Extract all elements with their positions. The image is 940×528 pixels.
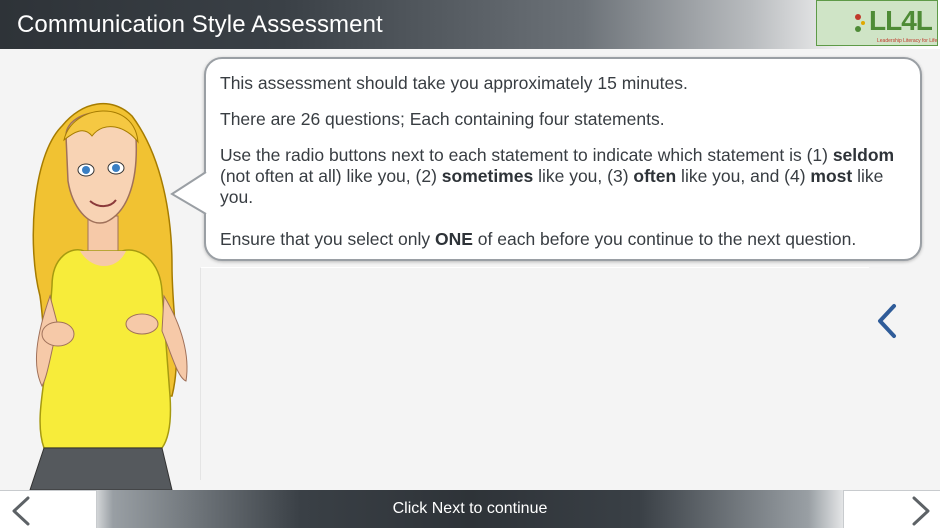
- footer-instruction: Click Next to continue: [392, 500, 548, 517]
- emphasis-one: ONE: [434, 229, 473, 249]
- instructions-bubble: This assessment should take you approxim…: [204, 57, 922, 261]
- scale-most: most: [810, 166, 853, 186]
- scale-seldom: seldom: [832, 145, 895, 165]
- chevron-right-icon: [912, 496, 930, 526]
- presenter-character: [29, 102, 188, 490]
- next-button[interactable]: [843, 490, 940, 528]
- speech-bubble-tail: [170, 171, 208, 215]
- chevron-left-icon[interactable]: [874, 302, 900, 340]
- question-content-area: [200, 267, 869, 480]
- back-button[interactable]: [0, 490, 97, 528]
- logo-text: LL4L: [869, 5, 933, 36]
- scale-often: often: [633, 166, 677, 186]
- instruction-question-count: There are 26 questions; Each containing …: [220, 109, 665, 129]
- chevron-left-icon: [12, 496, 30, 526]
- instruction-select-one: Ensure that you select only ONE of each …: [220, 229, 857, 249]
- page-title: Communication Style Assessment: [17, 11, 383, 38]
- footer-bar: Click Next to continue: [0, 490, 940, 528]
- scale-sometimes: sometimes: [441, 166, 534, 186]
- instruction-rating-scale: Use the radio buttons next to each state…: [220, 145, 895, 207]
- ll4l-logo: LL4L Leadership Literacy for Life: [816, 0, 938, 46]
- title-bar: Communication Style Assessment LL4L Lead…: [0, 0, 940, 49]
- logo-dots-icon: [855, 14, 865, 32]
- logo-tagline: Leadership Literacy for Life: [877, 38, 938, 44]
- instruction-duration: This assessment should take you approxim…: [220, 73, 688, 93]
